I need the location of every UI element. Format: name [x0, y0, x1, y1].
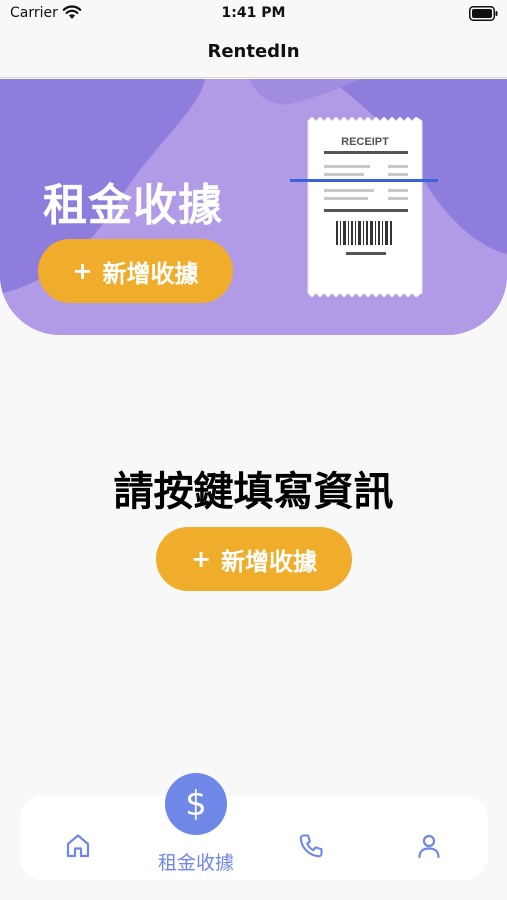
add-receipt-label: 新增收據: [221, 547, 318, 576]
tab-rent-receipt-label[interactable]: 租金收據: [146, 848, 246, 875]
navigation-bar: RentedIn: [0, 30, 507, 78]
clock: 1:41 PM: [221, 5, 286, 21]
plus-icon: +: [72, 257, 93, 285]
user-icon: [418, 834, 440, 859]
tab-phone[interactable]: [297, 832, 325, 860]
tab-profile[interactable]: [415, 832, 443, 860]
banner-title: 租金收據: [43, 180, 223, 231]
plus-icon: +: [190, 545, 212, 573]
dollar-icon: $: [185, 784, 207, 824]
app-title: RentedIn: [207, 41, 300, 62]
tab-bar: [20, 796, 488, 880]
add-receipt-button[interactable]: + 新增收據: [156, 527, 352, 591]
banner-add-receipt-label: 新增收據: [102, 259, 199, 288]
receipt-illustration: RECEIPT: [290, 117, 438, 298]
banner-add-receipt-button[interactable]: + 新增收據: [38, 239, 233, 303]
phone-icon: [299, 834, 323, 858]
home-icon: [66, 834, 90, 858]
receipt-title-text: RECEIPT: [341, 136, 389, 148]
tab-home[interactable]: [64, 832, 92, 860]
instruction-text: 請按鍵填寫資訊: [113, 469, 394, 515]
header-banner: 租金收據 + 新增收據 RECEIPT: [0, 79, 507, 335]
status-bar: Carrier 1:41 PM: [0, 0, 507, 30]
tab-rent-receipt[interactable]: $: [165, 773, 227, 835]
battery-icon: [469, 6, 498, 21]
